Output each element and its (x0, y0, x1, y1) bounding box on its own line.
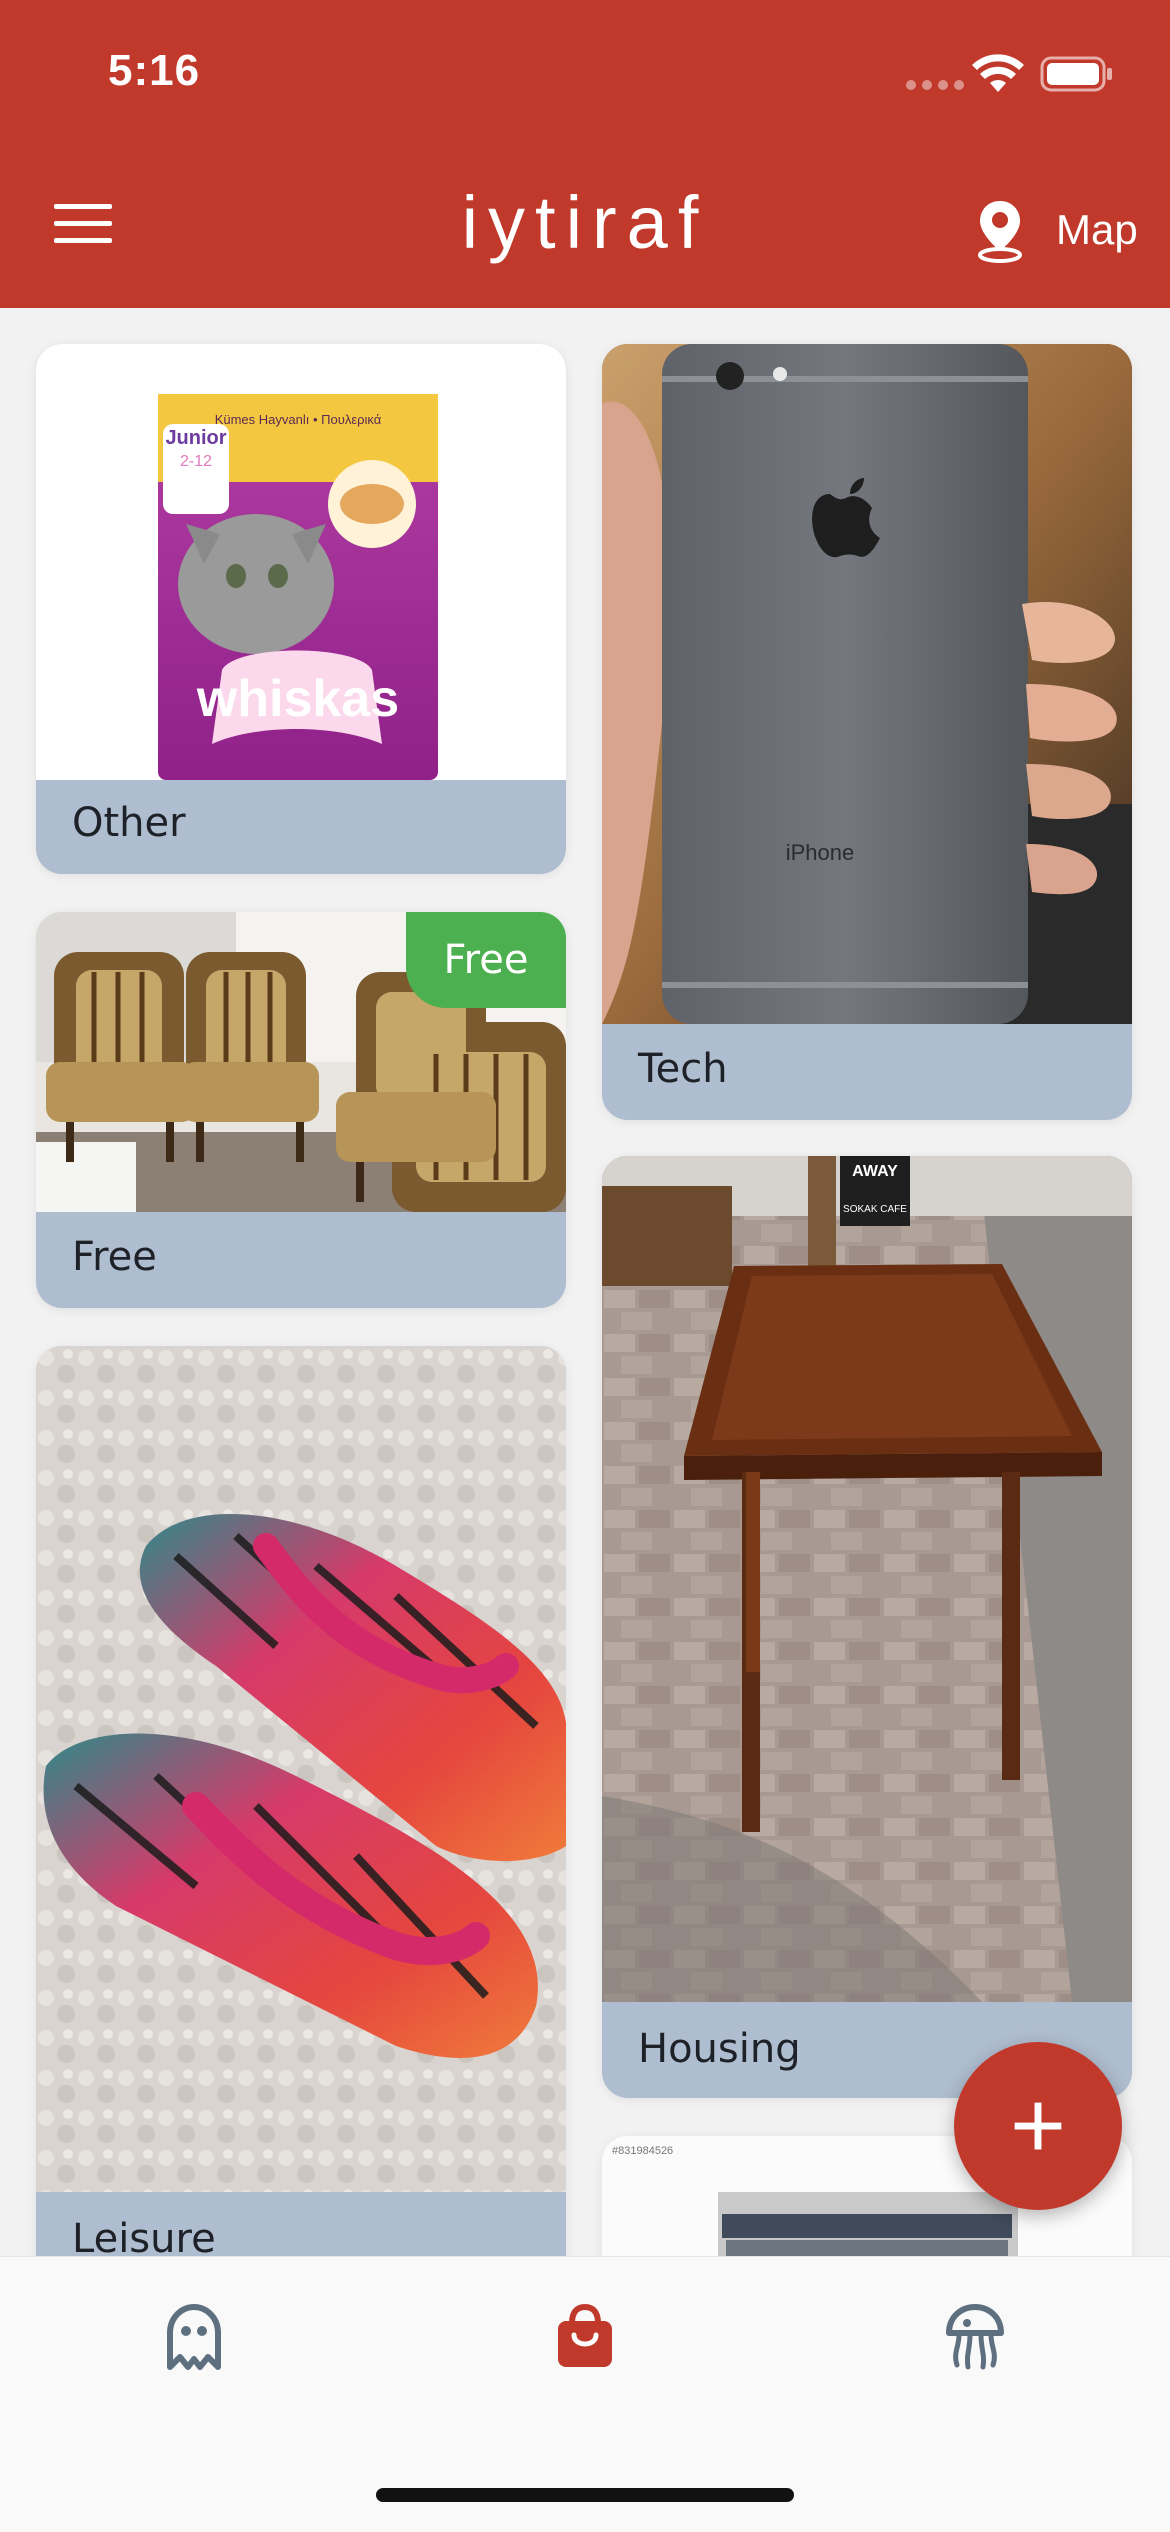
location-pin-icon (978, 201, 1022, 263)
whiskas-junior-text: Junior (165, 427, 226, 449)
app-screen: 5:16 iytiraf Map Kümes Hayvanlı • Πουλερ… (0, 0, 1170, 2532)
home-indicator[interactable] (376, 2488, 794, 2502)
ghost-icon (167, 2304, 221, 2370)
status-time: 5:16 (108, 46, 201, 95)
map-button[interactable]: Map (972, 190, 1138, 270)
wifi-icon (972, 54, 1024, 92)
listing-image (36, 1346, 566, 2192)
book-code-text: #831984526 (612, 2145, 673, 2157)
listing-card-housing[interactable]: AWAY SOKAK CAFE Housing (602, 1156, 1132, 2098)
card-label: Free (72, 1234, 157, 1280)
sign-away-text: AWAY (852, 1163, 898, 1180)
card-label: Other (72, 800, 186, 846)
listing-image: Kümes Hayvanlı • Πουλερικά Junior 2-12 w… (36, 344, 566, 780)
free-badge: Free (406, 912, 566, 1008)
cellular-signal-icon (906, 80, 964, 90)
card-label: Housing (638, 2026, 801, 2072)
map-label: Map (1056, 206, 1138, 253)
sign-cafe-text: SOKAK CAFE (843, 1204, 907, 1215)
listing-image: iPhone (602, 344, 1132, 1024)
listing-card-other[interactable]: Kümes Hayvanlı • Πουλερικά Junior 2-12 w… (36, 344, 566, 874)
listing-card-leisure[interactable]: Leisure (36, 1346, 566, 2326)
nav-ghost-tab[interactable] (154, 2297, 234, 2377)
plus-icon: + (1009, 2072, 1067, 2179)
listing-card-free[interactable]: Free Free (36, 912, 566, 1308)
shopping-bag-icon (558, 2303, 612, 2367)
jellyfish-icon (946, 2304, 1004, 2370)
whiskas-age-text: 2-12 (180, 453, 212, 470)
nav-shopping-tab[interactable] (545, 2297, 625, 2377)
listing-card-tech[interactable]: iPhone Tech (602, 344, 1132, 1120)
nav-jellyfish-tab[interactable] (935, 2297, 1015, 2377)
listing-image: Free (36, 912, 566, 1212)
app-header: 5:16 iytiraf Map (0, 0, 1170, 308)
whiskas-top-text: Kümes Hayvanlı • Πουλερικά (215, 412, 382, 427)
listing-image: AWAY SOKAK CAFE (602, 1156, 1132, 2002)
whiskas-logo-text: whiskas (196, 670, 399, 728)
add-listing-button[interactable]: + (954, 2042, 1122, 2210)
battery-icon (1040, 56, 1112, 92)
card-label: Tech (638, 1046, 728, 1092)
iphone-text: iPhone (786, 840, 855, 865)
